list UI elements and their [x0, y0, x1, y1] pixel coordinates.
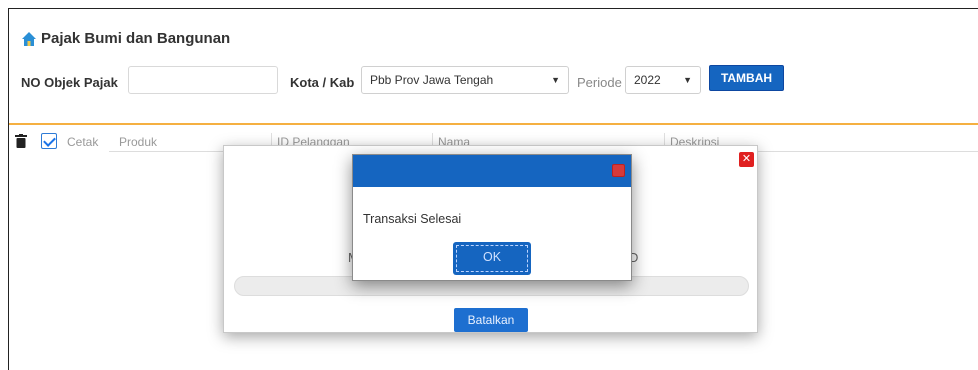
- kota-kab-value: Pbb Prov Jawa Tengah: [370, 73, 494, 87]
- title-row: Pajak Bumi dan Bangunan: [21, 30, 230, 47]
- trash-icon[interactable]: [15, 134, 27, 148]
- tambah-button[interactable]: TAMBAH: [709, 65, 784, 91]
- column-header-cetak: Cetak: [67, 135, 99, 149]
- home-icon: [22, 31, 36, 46]
- objek-pajak-label: NO Objek Pajak: [21, 75, 118, 90]
- column-header-produk: Produk: [119, 135, 158, 149]
- alert-message: Transaksi Selesai: [363, 212, 462, 226]
- alert-dialog-header: [353, 155, 631, 187]
- kota-kab-select[interactable]: Pbb Prov Jawa Tengah ▼: [361, 66, 569, 94]
- kota-kab-label: Kota / Kab: [290, 75, 355, 90]
- app-frame: Pajak Bumi dan Bangunan NO Objek Pajak K…: [8, 8, 978, 370]
- periode-select[interactable]: 2022 ▼: [625, 66, 701, 94]
- objek-pajak-input[interactable]: [128, 66, 278, 94]
- chevron-down-icon: ▼: [683, 75, 692, 85]
- chevron-down-icon: ▼: [551, 75, 560, 85]
- close-icon[interactable]: ✕: [739, 152, 754, 167]
- batalkan-button[interactable]: Batalkan: [454, 308, 528, 332]
- select-all-checkbox[interactable]: [41, 133, 57, 149]
- close-icon[interactable]: [612, 164, 625, 177]
- filter-row: NO Objek Pajak Kota / Kab Pbb Prov Jawa …: [9, 65, 978, 101]
- periode-value: 2022: [634, 73, 661, 87]
- page-title: Pajak Bumi dan Bangunan: [41, 30, 231, 47]
- alert-dialog: Transaksi Selesai OK: [352, 154, 632, 281]
- ok-button[interactable]: OK: [453, 242, 531, 275]
- periode-label: Periode: [577, 75, 622, 90]
